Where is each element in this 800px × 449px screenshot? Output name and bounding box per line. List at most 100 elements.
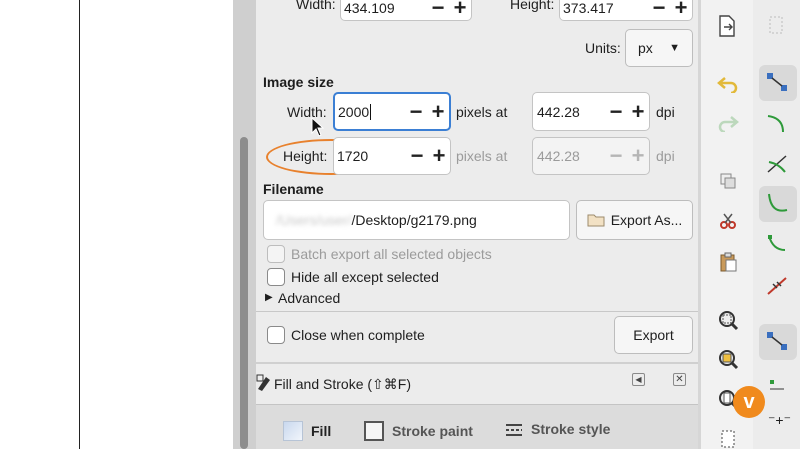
area-height-stepper[interactable]: − +: [648, 0, 692, 19]
divider: [256, 362, 698, 364]
zoom-selection-icon[interactable]: [717, 309, 739, 331]
filename-input[interactable]: /Users/user/ /Desktop/g2179.png: [263, 200, 570, 240]
image-width-value: 2000: [338, 103, 370, 120]
image-width-input[interactable]: 2000 − +: [333, 92, 451, 131]
image-width-stepper[interactable]: − +: [405, 100, 449, 123]
chevron-down-icon: ▼: [669, 42, 680, 54]
plus-icon[interactable]: +: [627, 100, 649, 123]
close-when-complete-label: Close when complete: [291, 327, 425, 343]
cut-icon[interactable]: [719, 212, 737, 230]
fill-stroke-title: Fill and Stroke (⇧⌘F): [274, 376, 411, 392]
fill-stroke-icon: [256, 374, 270, 391]
stroke-paint-icon: [364, 421, 384, 441]
image-height-input[interactable]: 1720 − +: [333, 137, 451, 175]
snap-smooth-icon[interactable]: [765, 232, 789, 256]
snap-nodes-icon: [767, 73, 787, 91]
image-height-stepper[interactable]: − +: [406, 145, 450, 167]
snap-cusp-toggle[interactable]: [759, 186, 797, 222]
tab-stroke-paint-label: Stroke paint: [392, 423, 473, 439]
paste-icon[interactable]: [718, 252, 738, 272]
dpi-value-disabled: 442.28: [537, 148, 580, 164]
close-icon[interactable]: ✕: [673, 373, 686, 386]
minus-icon[interactable]: −: [605, 100, 627, 123]
area-width-input[interactable]: 434.109 − +: [340, 0, 472, 21]
snap-path-icon[interactable]: [765, 112, 789, 136]
import-icon[interactable]: [717, 15, 737, 37]
snap-cusp-icon: [768, 193, 788, 212]
batch-export-checkbox[interactable]: [267, 245, 285, 263]
snap-corner-icon[interactable]: [767, 372, 787, 392]
area-width-label: Width:: [296, 0, 336, 12]
dpi-label-disabled: dpi: [656, 148, 675, 164]
dpi-value: 442.28: [537, 103, 580, 120]
snap-midpoint-icon[interactable]: [765, 274, 789, 298]
dpi-input[interactable]: 442.28 − +: [532, 92, 650, 131]
minus-icon: −: [609, 143, 623, 168]
tab-stroke-style[interactable]: Stroke style: [505, 421, 610, 437]
snap-center-icon[interactable]: ⁻+⁻: [768, 412, 791, 429]
minus-icon[interactable]: −: [648, 0, 670, 19]
plus-icon[interactable]: +: [428, 145, 450, 167]
expander-triangle-icon[interactable]: ▶: [265, 292, 273, 303]
snap-bbox-toggle[interactable]: [759, 324, 797, 360]
snap-page-icon[interactable]: [767, 14, 785, 36]
tab-stroke-paint[interactable]: Stroke paint: [364, 421, 473, 441]
dpi-input-disabled: 442.28 − +: [532, 137, 650, 175]
plus-icon[interactable]: +: [427, 100, 449, 123]
filename-path-blurred: /Users/user/: [276, 212, 352, 228]
snap-nodes-toggle[interactable]: [759, 65, 797, 101]
area-height-label: Height:: [510, 0, 555, 12]
export-button[interactable]: Export: [614, 316, 693, 354]
pixels-at-label: pixels at: [456, 104, 508, 120]
pixels-at-label-disabled: pixels at: [456, 148, 508, 164]
folder-icon: [587, 214, 605, 227]
vimeo-badge-icon[interactable]: v: [733, 386, 765, 418]
page-border: [79, 0, 80, 449]
text-caret: [370, 103, 372, 120]
tab-fill[interactable]: Fill: [283, 421, 331, 441]
zoom-drawing-icon[interactable]: [717, 348, 739, 370]
redo-icon[interactable]: [717, 114, 739, 132]
snap-bbox-icon: [767, 332, 787, 350]
batch-export-label: Batch export all selected objects: [291, 246, 492, 262]
area-height-input[interactable]: 373.417 − +: [559, 0, 693, 21]
plus-icon[interactable]: +: [449, 0, 471, 19]
tab-fill-label: Fill: [311, 423, 332, 439]
area-width-stepper[interactable]: − +: [427, 0, 471, 19]
units-dropdown[interactable]: px ▼: [625, 29, 693, 67]
stroke-style-icon: [506, 424, 522, 436]
units-label: Units:: [585, 40, 621, 56]
snap-intersection-icon[interactable]: [765, 152, 789, 176]
canvas-area[interactable]: [0, 0, 233, 449]
area-width-value: 434.109: [344, 0, 395, 16]
export-as-label: Export As...: [610, 212, 683, 228]
tab-stroke-style-label: Stroke style: [531, 421, 611, 437]
filename-heading: Filename: [263, 181, 324, 197]
close-when-complete-checkbox[interactable]: [267, 326, 285, 344]
minus-icon[interactable]: −: [406, 145, 428, 167]
plus-icon: +: [631, 143, 645, 168]
image-size-heading: Image size: [263, 74, 334, 90]
collapse-arrow-icon[interactable]: ◀: [632, 373, 645, 386]
export-as-button[interactable]: Export As...: [576, 200, 693, 240]
resize-page-icon[interactable]: [719, 428, 737, 448]
fill-swatch-icon: [283, 421, 303, 441]
hide-all-label: Hide all except selected: [291, 269, 439, 285]
undo-icon[interactable]: [717, 75, 739, 93]
advanced-expander[interactable]: Advanced: [278, 290, 340, 306]
dpi-stepper-disabled: − +: [605, 145, 649, 167]
minus-icon[interactable]: −: [405, 100, 427, 123]
scrollbar[interactable]: [240, 137, 248, 449]
filename-path: /Desktop/g2179.png: [351, 212, 477, 228]
duplicate-icon[interactable]: [719, 172, 737, 190]
dpi-label: dpi: [656, 104, 675, 120]
area-height-value: 373.417: [563, 0, 614, 16]
minus-icon[interactable]: −: [427, 0, 449, 19]
image-width-field[interactable]: 2000: [338, 103, 405, 120]
mouse-cursor-icon: [311, 117, 325, 137]
dpi-stepper[interactable]: − +: [605, 100, 649, 123]
hide-all-checkbox[interactable]: [267, 268, 285, 286]
image-height-value: 1720: [337, 148, 369, 164]
export-label: Export: [633, 327, 674, 343]
plus-icon[interactable]: +: [670, 0, 692, 19]
